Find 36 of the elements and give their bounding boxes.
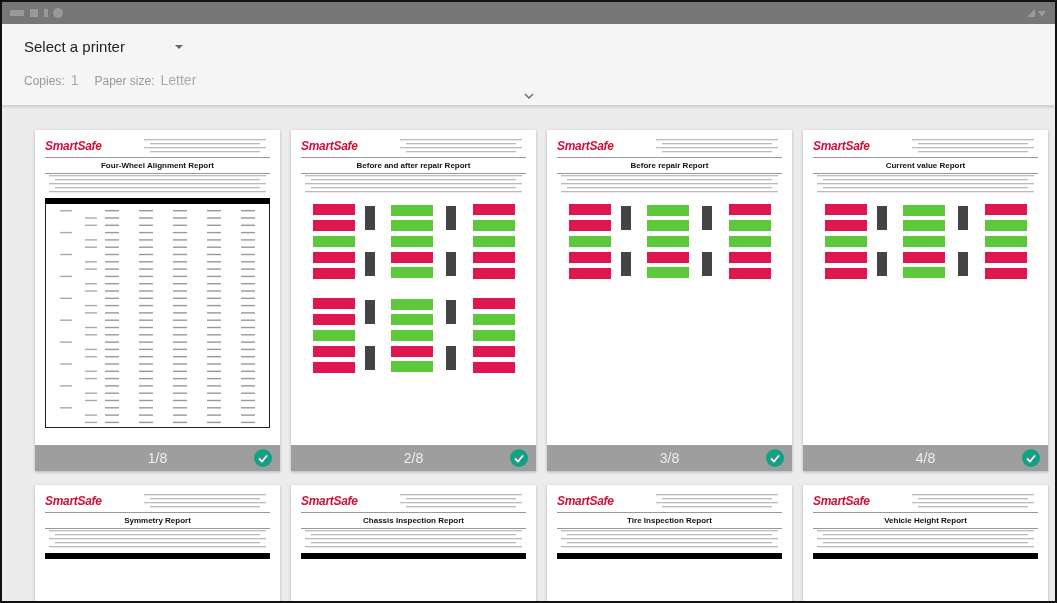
check-icon[interactable] (766, 449, 784, 467)
report-title: Symmetry Report (45, 513, 270, 529)
report-title: Vehicle Height Report (813, 513, 1038, 529)
page-preview-card[interactable]: SmartSafe Chassis Inspection Report (291, 485, 536, 601)
check-icon[interactable] (510, 449, 528, 467)
page-preview-card[interactable]: SmartSafe Current value Report 4/8 (803, 130, 1048, 471)
report-title: Tire Inspection Report (557, 513, 782, 529)
report-title: Before repair Report (557, 158, 782, 174)
page-preview-card[interactable]: SmartSafe Before and after repair Report 2/8 (291, 130, 536, 471)
report-title: Current value Report (813, 158, 1038, 174)
page-preview-card[interactable]: SmartSafe Vehicle Height Report (803, 485, 1048, 601)
check-icon[interactable] (254, 449, 272, 467)
page-number: 4/8 (915, 450, 936, 466)
page-number: 2/8 (403, 450, 424, 466)
page-preview-card[interactable]: SmartSafe Four-Wheel Alignment Report 1/8 (35, 130, 280, 471)
logo-text: SmartSafe (301, 494, 358, 508)
page-number: 3/8 (659, 450, 680, 466)
logo-text: SmartSafe (557, 494, 614, 508)
page-preview-card[interactable]: SmartSafe Before repair Report 3/8 (547, 130, 792, 471)
report-title: Four-Wheel Alignment Report (45, 158, 270, 174)
check-icon[interactable] (1022, 449, 1040, 467)
logo-text: SmartSafe (45, 139, 102, 153)
printer-dropdown[interactable]: Select a printer (24, 38, 183, 55)
report-title: Before and after repair Report (301, 158, 526, 174)
logo-text: SmartSafe (813, 494, 870, 508)
logo-text: SmartSafe (557, 139, 614, 153)
page-preview-card[interactable]: SmartSafe Symmetry Report (35, 485, 280, 601)
report-title: Chassis Inspection Report (301, 513, 526, 529)
logo-text: SmartSafe (45, 494, 102, 508)
caret-icon (174, 44, 183, 49)
page-preview-card[interactable]: SmartSafe Tire Inspection Report (547, 485, 792, 601)
page-number: 1/8 (147, 450, 168, 466)
logo-text: SmartSafe (301, 139, 358, 153)
chevron-down-icon[interactable] (523, 93, 534, 99)
signal-icon (1025, 8, 1047, 18)
logo-text: SmartSafe (813, 139, 870, 153)
